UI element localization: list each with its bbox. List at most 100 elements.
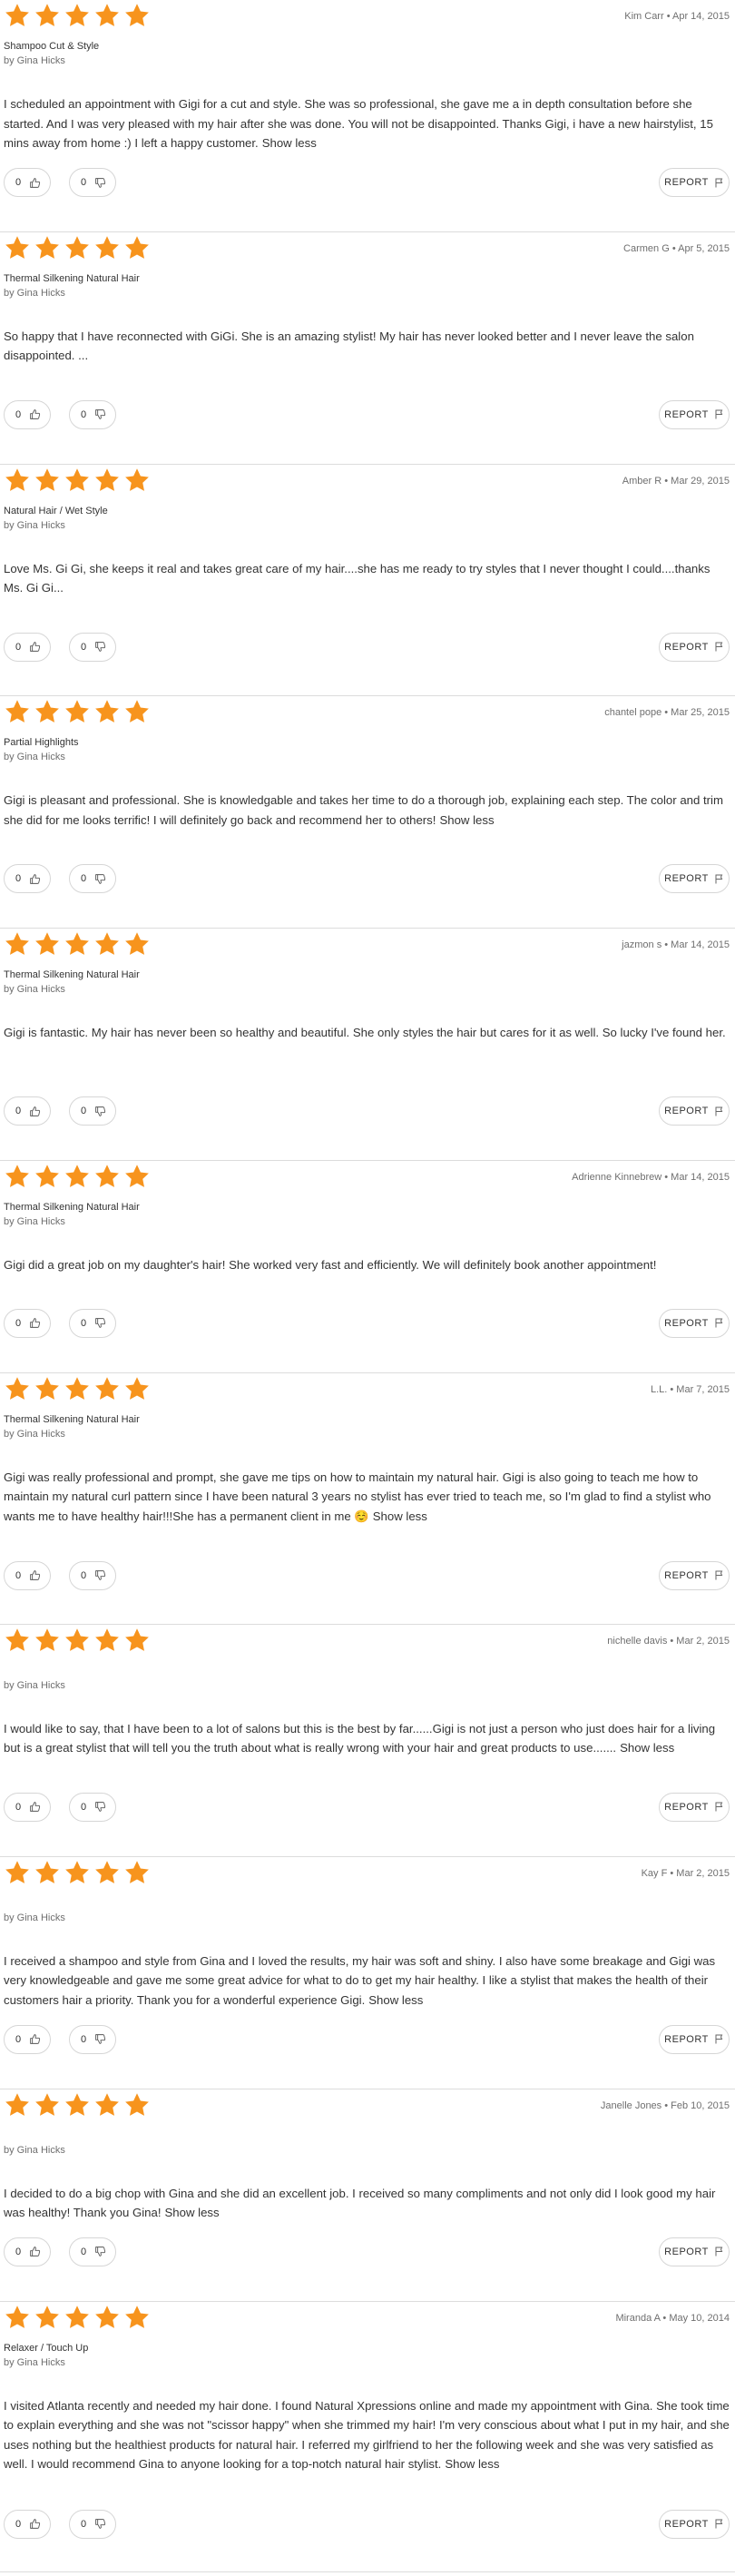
flag-icon [715, 178, 723, 187]
not-helpful-button[interactable]: 0 [69, 1096, 116, 1126]
helpful-button[interactable]: 0 [4, 168, 51, 197]
helpful-count: 0 [15, 1801, 22, 1813]
thumbs-down-icon [95, 2519, 106, 2529]
star-icon [125, 2305, 149, 2328]
review-text: I visited Atlanta recently and needed my… [4, 2398, 730, 2472]
review-item: nichelle davis • Mar 2, 2015 by Gina Hic… [0, 1625, 735, 1857]
star-icon [95, 2305, 119, 2328]
report-button[interactable]: REPORT [659, 2509, 730, 2539]
review-text-block: Gigi was really professional and prompt,… [4, 1468, 730, 1527]
not-helpful-button[interactable]: 0 [69, 1792, 116, 1822]
report-button[interactable]: REPORT [659, 399, 730, 429]
thumbs-up-icon [30, 177, 41, 188]
report-button[interactable]: REPORT [659, 1792, 730, 1822]
not-helpful-button[interactable]: 0 [69, 399, 116, 429]
flag-icon [715, 642, 723, 652]
reviews-list: Kim Carr • Apr 14, 2015 Shampoo Cut & St… [0, 0, 735, 2572]
thumbs-down-icon [95, 1570, 106, 1581]
helpful-button[interactable]: 0 [4, 1792, 51, 1822]
reviewer-name: Carmen G [623, 242, 670, 254]
thumbs-up-icon [30, 2519, 41, 2529]
review-text-block: I scheduled an appointment with Gigi for… [4, 94, 730, 153]
star-icon [35, 4, 59, 26]
report-button[interactable]: REPORT [659, 1308, 730, 1338]
report-button[interactable]: REPORT [659, 2024, 730, 2054]
star-rating [4, 1859, 151, 1886]
reviewer-name: Adrienne Kinnebrew [572, 1171, 662, 1183]
show-less-link[interactable]: Show less [445, 2457, 499, 2471]
helpful-button[interactable]: 0 [4, 632, 51, 662]
not-helpful-button[interactable]: 0 [69, 2237, 116, 2266]
star-icon [65, 4, 89, 26]
not-helpful-button[interactable]: 0 [69, 632, 116, 662]
service-name: Thermal Silkening Natural Hair [4, 1201, 140, 1213]
review-text-block: I decided to do a big chop with Gina and… [4, 2184, 730, 2223]
not-helpful-button[interactable]: 0 [69, 2024, 116, 2054]
star-icon [5, 2305, 29, 2328]
star-rating [4, 698, 151, 725]
flag-icon [715, 2034, 723, 2044]
report-button[interactable]: REPORT [659, 864, 730, 894]
report-button[interactable]: REPORT [659, 1096, 730, 1126]
report-button[interactable]: REPORT [659, 1560, 730, 1590]
show-less-link[interactable]: Show less [262, 136, 317, 150]
star-icon [95, 932, 119, 956]
star-icon [65, 1628, 89, 1651]
helpful-button[interactable]: 0 [4, 1096, 51, 1126]
review-text: I would like to say, that I have been to… [4, 1721, 716, 1755]
review-item: Carmen G • Apr 5, 2015 Thermal Silkening… [0, 232, 735, 465]
show-less-link[interactable]: Show less [373, 1509, 427, 1523]
star-icon [5, 932, 29, 956]
helpful-count: 0 [15, 2033, 22, 2045]
helpful-count: 0 [15, 1106, 22, 1117]
review-actions: 0 0 REPORT [4, 399, 730, 429]
review-meta: chantel pope • Mar 25, 2015 [604, 707, 730, 719]
not-helpful-button[interactable]: 0 [69, 2509, 116, 2539]
not-helpful-button[interactable]: 0 [69, 1308, 116, 1338]
review-text-block: I visited Atlanta recently and needed my… [4, 2396, 730, 2474]
review-actions: 0 0 REPORT [4, 1096, 730, 1126]
review-text: Gigi is fantastic. My hair has never bee… [4, 1026, 726, 1040]
star-icon [35, 236, 59, 259]
report-button[interactable]: REPORT [659, 168, 730, 197]
report-label: REPORT [664, 1317, 709, 1329]
helpful-count: 0 [15, 408, 22, 420]
staff-name: by Gina Hicks [4, 55, 65, 66]
show-less-link[interactable]: Show less [620, 1741, 674, 1755]
review-text-block: I received a shampoo and style from Gina… [4, 1952, 730, 2011]
helpful-button[interactable]: 0 [4, 864, 51, 894]
flag-icon [715, 1570, 723, 1580]
staff-name: by Gina Hicks [4, 1912, 65, 1923]
star-icon [5, 700, 29, 723]
not-helpful-button[interactable]: 0 [69, 1560, 116, 1590]
star-icon [35, 2305, 59, 2328]
not-helpful-button[interactable]: 0 [69, 168, 116, 197]
thumbs-down-icon [95, 2034, 106, 2045]
not-helpful-count: 0 [81, 1317, 87, 1329]
star-icon [95, 700, 119, 723]
star-rating [4, 930, 151, 958]
flag-icon [715, 1802, 723, 1812]
helpful-button[interactable]: 0 [4, 2024, 51, 2054]
helpful-button[interactable]: 0 [4, 2509, 51, 2539]
report-label: REPORT [664, 408, 709, 420]
helpful-count: 0 [15, 177, 22, 188]
helpful-button[interactable]: 0 [4, 2237, 51, 2266]
thumbs-down-icon [95, 409, 106, 420]
show-less-link[interactable]: Show less [165, 2206, 220, 2219]
helpful-button[interactable]: 0 [4, 1308, 51, 1338]
show-less-link[interactable]: Show less [368, 1993, 423, 2007]
review-text-block: So happy that I have reconnected with Gi… [4, 327, 730, 366]
review-meta: Amber R • Mar 29, 2015 [622, 475, 730, 487]
show-less-link[interactable]: Show less [439, 813, 494, 827]
report-button[interactable]: REPORT [659, 632, 730, 662]
helpful-button[interactable]: 0 [4, 399, 51, 429]
star-icon [125, 932, 149, 956]
report-button[interactable]: REPORT [659, 2237, 730, 2266]
review-text-block: Gigi is pleasant and professional. She i… [4, 791, 730, 830]
review-actions: 0 0 REPORT [4, 1792, 730, 1822]
helpful-button[interactable]: 0 [4, 1560, 51, 1590]
thumbs-up-icon [30, 1570, 41, 1581]
not-helpful-button[interactable]: 0 [69, 864, 116, 894]
thumbs-up-icon [30, 2034, 41, 2045]
